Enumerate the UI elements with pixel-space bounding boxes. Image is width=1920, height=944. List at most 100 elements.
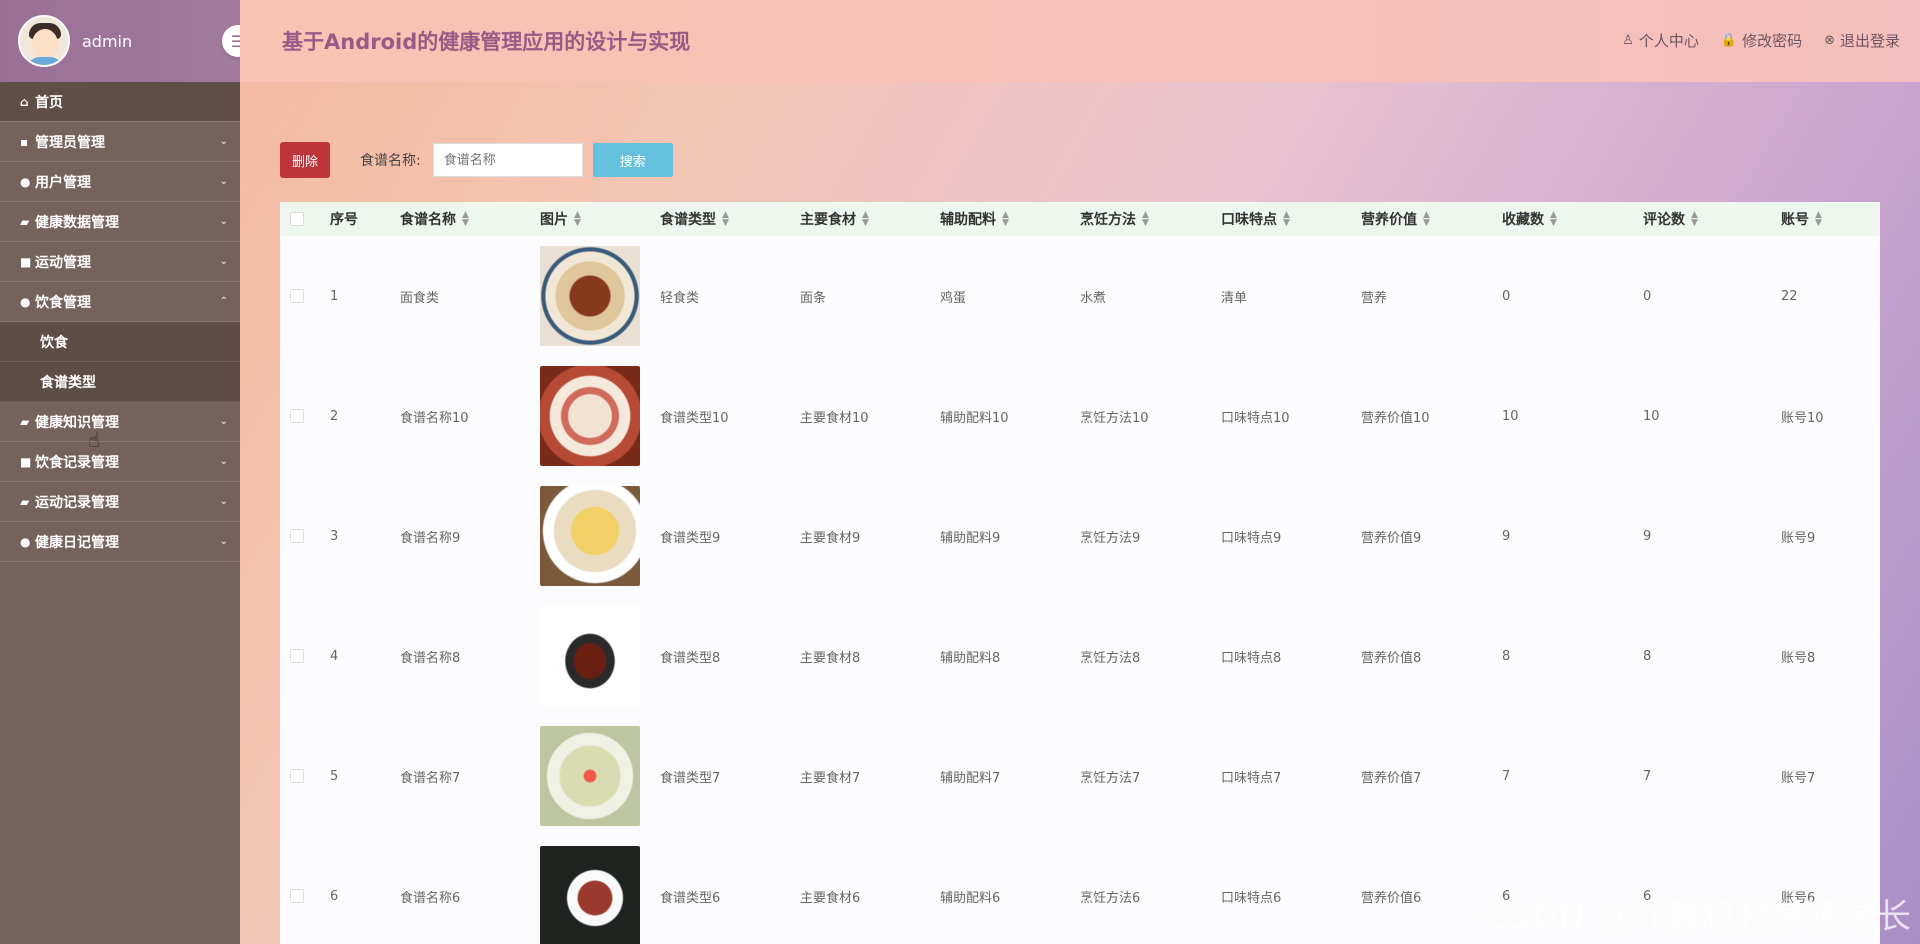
row-checkbox[interactable] bbox=[290, 769, 304, 783]
table-cell: 主要食材9 bbox=[800, 530, 861, 546]
mouse-cursor-icon: ☝ bbox=[88, 428, 101, 452]
column-header[interactable]: 图片 ▲ ▼ bbox=[540, 209, 660, 229]
sort-icon[interactable]: ▲ ▼ bbox=[862, 211, 869, 228]
table-cell: 鸡蛋 bbox=[940, 290, 967, 306]
recipe-image[interactable] bbox=[540, 366, 640, 466]
table-cell: 7 bbox=[1502, 768, 1511, 784]
table-row[interactable]: 4 食谱名称8 食谱类型8 主要食材8 辅助配料8 烹饪方法8 口味特点8 营养价值8 8 8 账号… bbox=[280, 596, 1880, 716]
select-all-checkbox[interactable] bbox=[290, 212, 304, 226]
column-header[interactable]: 评论数 ▲ ▼ bbox=[1643, 209, 1781, 229]
table-cell: 口味特点7 bbox=[1221, 770, 1282, 786]
sort-icon[interactable]: ▲ ▼ bbox=[1423, 211, 1430, 228]
row-checkbox[interactable] bbox=[290, 649, 304, 663]
column-header-label: 食谱类型 bbox=[660, 212, 716, 228]
menu-icon: ⌂ bbox=[20, 94, 29, 109]
delete-button[interactable]: 删除 bbox=[280, 142, 330, 178]
table-cell: 辅助配料10 bbox=[940, 410, 1009, 426]
sidebar-item-0[interactable]: ⌂ 首页 bbox=[0, 82, 240, 122]
sort-icon[interactable]: ▲ ▼ bbox=[1142, 211, 1149, 228]
submenu-item-0[interactable]: 饮食 bbox=[0, 322, 240, 362]
menu-icon: ● bbox=[20, 534, 31, 549]
menu-icon: ■ bbox=[20, 254, 32, 269]
sidebar-item-2[interactable]: ● 用户管理 ⌄ bbox=[0, 162, 240, 202]
chevron-icon: ⌄ bbox=[219, 416, 228, 427]
recipe-image[interactable] bbox=[540, 246, 640, 346]
sidebar-item-label: 健康日记管理 bbox=[35, 534, 119, 551]
row-check-cell bbox=[280, 649, 330, 663]
sort-icon[interactable]: ▲ ▼ bbox=[1550, 211, 1557, 228]
column-header[interactable]: 序号 bbox=[330, 209, 400, 229]
column-header[interactable]: 营养价值 ▲ ▼ bbox=[1361, 209, 1502, 229]
sidebar-item-4[interactable]: ■ 运动管理 ⌄ bbox=[0, 242, 240, 282]
chevron-icon: ⌃ bbox=[219, 296, 228, 307]
sidebar-item-9[interactable]: ● 健康日记管理 ⌄ bbox=[0, 522, 240, 562]
sort-icon[interactable]: ▲ ▼ bbox=[462, 211, 469, 228]
image-cell bbox=[540, 846, 660, 944]
search-button[interactable]: 搜索 bbox=[592, 143, 673, 177]
sort-icon[interactable]: ▲ ▼ bbox=[1283, 211, 1290, 228]
sort-icon[interactable]: ▲ ▼ bbox=[574, 211, 581, 228]
table-cell: 营养价值6 bbox=[1361, 890, 1422, 906]
sidebar-item-label: 饮食管理 bbox=[35, 294, 91, 311]
image-cell bbox=[540, 486, 660, 586]
column-header-label: 辅助配料 bbox=[940, 212, 996, 228]
table-cell: 辅助配料6 bbox=[940, 890, 1001, 906]
column-header[interactable]: 辅助配料 ▲ ▼ bbox=[940, 209, 1080, 229]
header-action-1[interactable]: 🔒 修改密码 bbox=[1721, 30, 1802, 51]
table-cell: 3 bbox=[330, 528, 339, 544]
column-header[interactable]: 主要食材 ▲ ▼ bbox=[800, 209, 940, 229]
row-checkbox[interactable] bbox=[290, 409, 304, 423]
recipe-image[interactable] bbox=[540, 726, 640, 826]
header-action-0[interactable]: ♙ 个人中心 bbox=[1622, 30, 1699, 51]
table-header: 序号 食谱名称 ▲ ▼ 图片 ▲ ▼ 食谱类型 ▲ ▼ 主要食材 ▲ ▼ 辅助配料 ▲ ▼ 烹饪方法 ▲ ▼ 口味特点… bbox=[280, 202, 1880, 236]
sidebar-item-8[interactable]: ▰ 运动记录管理 ⌄ bbox=[0, 482, 240, 522]
table-cell: 口味特点8 bbox=[1221, 650, 1282, 666]
sidebar-item-label: 运动管理 bbox=[35, 254, 91, 271]
table-row[interactable]: 2 食谱名称10 食谱类型10 主要食材10 辅助配料10 烹饪方法10 口味特点10 营养价… bbox=[280, 356, 1880, 476]
chevron-icon: ⌄ bbox=[219, 136, 228, 147]
sort-icon[interactable]: ▲ ▼ bbox=[1815, 211, 1822, 228]
sort-icon[interactable]: ▲ ▼ bbox=[1002, 211, 1009, 228]
column-header[interactable]: 口味特点 ▲ ▼ bbox=[1221, 209, 1361, 229]
table-cell: 账号7 bbox=[1781, 770, 1816, 786]
column-header[interactable]: 收藏数 ▲ ▼ bbox=[1502, 209, 1643, 229]
sort-icon[interactable]: ▲ ▼ bbox=[1691, 211, 1698, 228]
chevron-icon: ⌄ bbox=[219, 536, 228, 547]
image-cell bbox=[540, 606, 660, 706]
submenu-item-1[interactable]: 食谱类型 bbox=[0, 362, 240, 402]
recipe-table: 序号 食谱名称 ▲ ▼ 图片 ▲ ▼ 食谱类型 ▲ ▼ 主要食材 ▲ ▼ 辅助配料 ▲ ▼ 烹饪方法 ▲ ▼ 口味特点… bbox=[280, 202, 1880, 944]
table-cell: 辅助配料9 bbox=[940, 530, 1001, 546]
sort-icon[interactable]: ▲ ▼ bbox=[722, 211, 729, 228]
header-action-2[interactable]: ⊗ 退出登录 bbox=[1824, 30, 1900, 51]
sidebar-item-3[interactable]: ▰ 健康数据管理 ⌄ bbox=[0, 202, 240, 242]
recipe-image[interactable] bbox=[540, 486, 640, 586]
row-checkbox[interactable] bbox=[290, 289, 304, 303]
row-checkbox[interactable] bbox=[290, 889, 304, 903]
top-actions: ♙ 个人中心 🔒 修改密码 ⊗ 退出登录 bbox=[1622, 30, 1900, 51]
menu-icon: ▰ bbox=[20, 414, 30, 429]
recipe-image[interactable] bbox=[540, 606, 640, 706]
search-input[interactable] bbox=[432, 143, 583, 177]
column-header[interactable]: 烹饪方法 ▲ ▼ bbox=[1080, 209, 1221, 229]
table-cell: 10 bbox=[1643, 408, 1660, 424]
table-row[interactable]: 3 食谱名称9 食谱类型9 主要食材9 辅助配料9 烹饪方法9 口味特点9 营养价值9 9 9 账号… bbox=[280, 476, 1880, 596]
table-cell: 0 bbox=[1502, 288, 1511, 304]
column-header[interactable]: 食谱类型 ▲ ▼ bbox=[660, 209, 800, 229]
table-cell: 烹饪方法9 bbox=[1080, 530, 1141, 546]
column-header[interactable]: 食谱名称 ▲ ▼ bbox=[400, 209, 540, 229]
column-header-label: 图片 bbox=[540, 212, 568, 228]
sidebar-item-1[interactable]: ▪ 管理员管理 ⌄ bbox=[0, 122, 240, 162]
sidebar-item-5[interactable]: ● 饮食管理 ⌃ bbox=[0, 282, 240, 322]
column-header[interactable]: 账号 ▲ ▼ bbox=[1781, 209, 1880, 229]
recipe-image[interactable] bbox=[540, 846, 640, 944]
row-check-cell bbox=[280, 529, 330, 543]
row-checkbox[interactable] bbox=[290, 529, 304, 543]
sidebar-item-6[interactable]: ▰ 健康知识管理 ⌄ bbox=[0, 402, 240, 442]
table-row[interactable]: 5 食谱名称7 食谱类型7 主要食材7 辅助配料7 烹饪方法7 口味特点7 营养价值7 7 7 账号… bbox=[280, 716, 1880, 836]
sidebar-item-7[interactable]: ■ 饮食记录管理 ⌄ bbox=[0, 442, 240, 482]
table-cell: 2 bbox=[330, 408, 339, 424]
avatar[interactable] bbox=[18, 15, 70, 67]
table-row[interactable]: 1 面食类 轻食类 面条 鸡蛋 水煮 清单 营养 0 0 22 bbox=[280, 236, 1880, 356]
table-cell: 9 bbox=[1643, 528, 1652, 544]
select-all-cell bbox=[280, 212, 330, 226]
